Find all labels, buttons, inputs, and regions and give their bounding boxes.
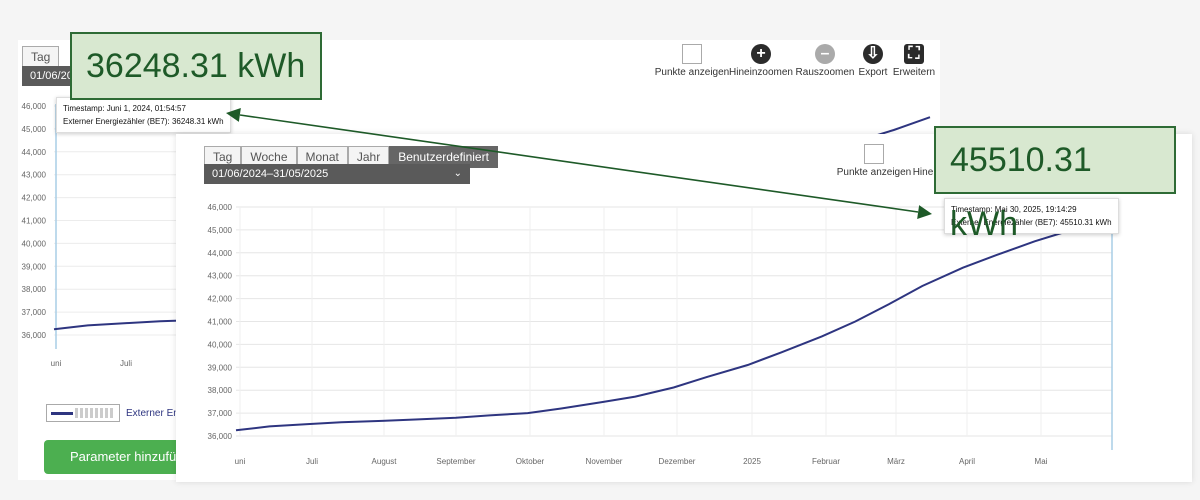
arrowhead-start [226, 108, 241, 122]
arrowhead-end [917, 205, 932, 219]
arrow-line [239, 114, 919, 213]
comparison-arrow [226, 108, 932, 219]
